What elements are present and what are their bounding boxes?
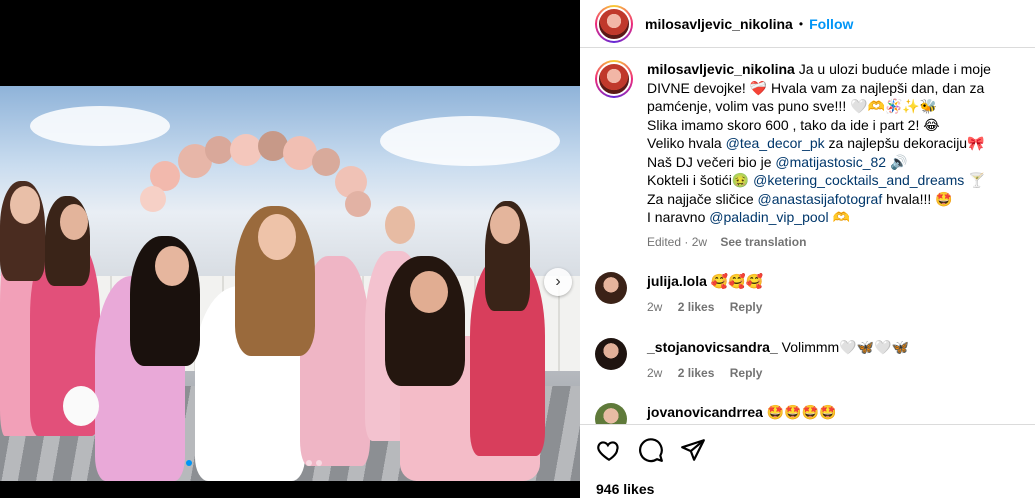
post-photo[interactable] — [0, 86, 580, 481]
comment-meta: 2w 2 likes Reply — [647, 366, 909, 380]
caption-line-5: Kokteli i šotići🤢 @ketering_cocktails_an… — [647, 171, 1035, 190]
follow-button[interactable]: Follow — [809, 16, 853, 32]
carousel-dot — [236, 460, 242, 466]
caption-text-segment: Veliko hvala — [647, 135, 726, 151]
caption-text-segment: 🔊 — [886, 153, 908, 170]
post-caption: milosavljevic_nikolina Ja u ulozi buduće… — [595, 60, 1035, 251]
comment-age: 2w — [647, 300, 663, 314]
carousel-dot — [216, 460, 222, 466]
carousel-dot — [196, 460, 202, 466]
commenter-username[interactable]: jovanovicandrrea — [647, 404, 763, 420]
comment-likes[interactable]: 2 likes — [678, 300, 715, 314]
mention-link[interactable]: @tea_decor_pk — [726, 135, 825, 151]
commenter-avatar[interactable] — [595, 272, 627, 304]
cloud — [30, 106, 170, 146]
commenter-avatar[interactable] — [595, 338, 627, 370]
mention-link[interactable]: @ketering_cocktails_and_dreams — [753, 172, 964, 188]
comment-content: 🤩🤩🤩🤩 — [766, 404, 837, 420]
reply-button[interactable]: Reply — [730, 366, 763, 380]
see-translation-button[interactable]: See translation — [720, 235, 806, 249]
commenter-username[interactable]: julija.lola — [647, 273, 707, 289]
caption-text-segment: Naš DJ večeri bio je — [647, 153, 776, 170]
caption-text-segment: za najlepšu dekoraciju🎀 — [824, 135, 985, 151]
carousel-dot — [316, 460, 322, 466]
carousel-dot — [226, 460, 232, 466]
comment-likes[interactable]: 2 likes — [678, 366, 715, 380]
carousel-dot — [276, 460, 282, 466]
caption-text-segment: 🫶 — [828, 209, 850, 225]
chevron-right-icon: › — [555, 273, 561, 290]
carousel-dot — [206, 460, 212, 466]
carousel-dot — [286, 460, 292, 466]
carousel-dot — [266, 460, 272, 466]
caption-author-avatar[interactable] — [595, 60, 633, 98]
caption-line-3: Veliko hvala @tea_decor_pk za najlepšu d… — [647, 134, 1035, 153]
likes-count[interactable]: 946 likes — [596, 481, 654, 497]
caption-meta: Edited · 2w See translation — [647, 233, 1035, 252]
mention-link[interactable]: @anastasijafotograf — [758, 191, 883, 207]
author-username[interactable]: milosavljevic_nikolina — [645, 16, 793, 32]
carousel-dot — [306, 460, 312, 466]
post-header: milosavljevic_nikolina • Follow — [580, 0, 1035, 48]
heart-icon[interactable] — [596, 437, 622, 463]
commenter-username[interactable]: _stojanovicsandra_ — [647, 339, 778, 355]
carousel-dot — [246, 460, 252, 466]
caption-text-segment: hvala!!! 🤩 — [882, 190, 953, 207]
carousel-indicator — [186, 460, 322, 466]
comment-content: Volimmm🤍🦋🤍🦋 — [781, 339, 909, 355]
caption-line-6: Za najjače sličice @anastasijafotograf h… — [647, 190, 1035, 209]
comment-meta: 2w 2 likes Reply — [647, 300, 774, 314]
author-avatar[interactable] — [595, 4, 633, 43]
next-slide-button[interactable]: › — [544, 268, 572, 296]
mention-link[interactable]: @paladin_vip_pool — [709, 209, 828, 225]
comment-text: julija.lola 🥰🥰🥰 — [647, 272, 774, 290]
edited-timestamp: Edited · 2w — [647, 234, 708, 249]
cloud — [380, 116, 560, 166]
comment-item: julija.lola 🥰🥰🥰 2w 2 likes Reply — [595, 272, 1035, 314]
comment-text: jovanovicandrrea 🤩🤩🤩🤩 — [647, 403, 837, 421]
caption-text-segment: Kokteli i šotići🤢 — [647, 172, 754, 188]
mention-link[interactable]: @matijastosic_82 — [775, 154, 886, 170]
carousel-dot — [186, 460, 192, 466]
carousel-dot — [296, 460, 302, 466]
caption-line-4: Naš DJ večeri bio je @matijastosic_82 🔊 — [647, 153, 1035, 172]
comment-age: 2w — [647, 366, 663, 380]
caption-text: milosavljevic_nikolina Ja u ulozi buduće… — [647, 60, 1035, 116]
share-icon[interactable] — [680, 437, 706, 463]
reply-button[interactable]: Reply — [730, 300, 763, 314]
post-sidebar: milosavljevic_nikolina • Follow milosavl… — [580, 0, 1035, 498]
caption-author-username[interactable]: milosavljevic_nikolina — [647, 61, 795, 77]
comment-text: _stojanovicsandra_ Volimmm🤍🦋🤍🦋 — [647, 338, 909, 356]
caption-line-2: Slika imamo skoro 600 , tako da ide i pa… — [647, 116, 940, 133]
post-media[interactable]: › — [0, 0, 580, 498]
caption-line-7: I naravno @paladin_vip_pool 🫶 — [647, 208, 1035, 227]
comment-item: _stojanovicsandra_ Volimmm🤍🦋🤍🦋 2w 2 like… — [595, 338, 1035, 380]
caption-text-segment: Za najjače sličice — [647, 190, 758, 207]
carousel-dot — [256, 460, 262, 466]
caption-text-segment: 🍸 — [964, 172, 986, 188]
caption-text-segment: I naravno — [647, 209, 710, 225]
post-actions: 946 likes — [580, 424, 1035, 498]
comment-icon[interactable] — [638, 437, 664, 463]
comment-content: 🥰🥰🥰 — [710, 273, 764, 289]
separator-dot: • — [798, 16, 804, 31]
